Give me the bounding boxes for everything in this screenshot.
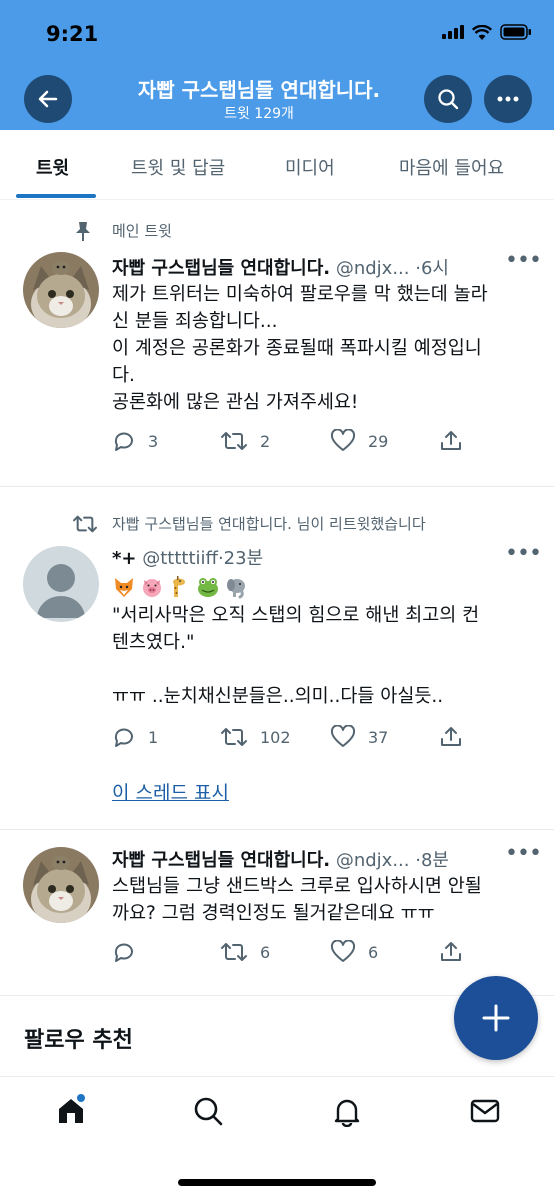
home-indicator — [178, 1179, 376, 1186]
follow-suggestions-title: 팔로우 추천 — [24, 1028, 133, 1053]
tweet-text: "서리사막은 오직 스탭의 힘으로 해낸 최고의 컨 텐츠였다." ㅠㅠ ..눈… — [112, 605, 480, 707]
pinned-label: 메인 트윗 — [112, 222, 172, 240]
reply-count: 3 — [148, 431, 159, 451]
like-button[interactable]: 37 — [330, 725, 388, 749]
tweet-header: 자빱 구스탭님들 연대합니다. @ndjx... ·8분 — [112, 846, 502, 872]
tweet-header: *+ @tttttiiff·23분 — [112, 544, 502, 570]
like-button[interactable]: 29 — [330, 429, 388, 453]
reply-icon — [114, 432, 133, 451]
retweet-count: 6 — [260, 942, 271, 962]
show-thread-link[interactable]: 이 스레드 표시 — [112, 778, 229, 805]
retweet-icon — [221, 728, 247, 746]
profile-tabs: 트윗 트윗 및 답글 미디어 마음에 들어요 — [0, 130, 554, 200]
tweet-actions: 6 6 — [112, 940, 472, 968]
like-count: 29 — [368, 431, 389, 451]
frog-emoji — [196, 575, 220, 599]
status-time: 9:21 — [46, 22, 99, 46]
author-handle[interactable]: @ndjx... — [336, 258, 410, 279]
author-name[interactable]: 자빱 구스탭님들 연대합니다. — [112, 258, 330, 279]
share-button[interactable] — [439, 429, 463, 453]
more-icon — [497, 96, 519, 102]
share-icon — [441, 942, 461, 961]
tweet-text: 제가 트위터는 미숙하여 팔로우를 막 했는데 놀라 신 분들 죄송합니다...… — [112, 284, 488, 413]
profile-name-title: 자빱 구스탭님들 연대합니다. — [137, 78, 381, 102]
tweet-time: 23분 — [223, 548, 264, 569]
retweet-button[interactable]: 102 — [220, 725, 291, 749]
author-name[interactable]: *+ — [112, 548, 137, 569]
more-button[interactable] — [484, 75, 532, 123]
tweet-time: 8분 — [420, 850, 449, 871]
tweet-divider — [0, 486, 554, 487]
search-button[interactable] — [424, 75, 472, 123]
active-tab-indicator — [16, 194, 96, 198]
tweet-actions: 1 102 37 — [112, 725, 472, 753]
notifications-icon[interactable] — [331, 1095, 363, 1127]
tab-likes[interactable]: 마음에 들어요 — [399, 154, 504, 180]
retweet-button[interactable]: 2 — [220, 429, 270, 453]
tweet-text: 스탭님들 그냥 샌드박스 크루로 입사하시면 안될 까요? 그럼 경력인정도 될… — [112, 876, 482, 924]
author-handle[interactable]: @ndjx... — [336, 850, 410, 871]
like-count: 37 — [368, 727, 389, 747]
search-icon — [438, 89, 459, 110]
author-name[interactable]: 자빱 구스탭님들 연대합니다. — [112, 850, 330, 871]
reply-icon — [114, 728, 133, 747]
reply-button[interactable] — [112, 940, 136, 964]
tweet-header: 자빱 구스탭님들 연대합니다. @ndjx... ·6시 — [112, 254, 502, 280]
tweet-actions: 3 2 29 — [112, 429, 472, 457]
tweet-count: 트윗 129개 — [224, 106, 294, 122]
author-handle[interactable]: @tttttiiff — [142, 548, 218, 569]
retweeted-by-label: 자빱 구스탭님들 연대합니다. 님이 리트윗했습니다 — [112, 515, 426, 533]
reply-count: 1 — [148, 727, 159, 747]
cat-avatar[interactable] — [23, 252, 99, 328]
heart-icon — [330, 429, 356, 451]
wifi-icon — [472, 24, 492, 40]
tweet-divider — [0, 829, 554, 830]
tab-tweets-and-replies[interactable]: 트윗 및 답글 — [131, 154, 225, 180]
tab-media[interactable]: 미디어 — [285, 154, 335, 180]
share-button[interactable] — [439, 940, 463, 964]
default-avatar[interactable] — [23, 546, 99, 622]
tweet-menu-button[interactable]: ••• — [505, 248, 542, 273]
share-icon — [441, 431, 461, 450]
home-notification-dot — [77, 1094, 85, 1102]
battery-icon — [500, 24, 531, 40]
share-button[interactable] — [439, 725, 463, 749]
compose-tweet-button[interactable] — [454, 976, 538, 1060]
retweet-icon — [221, 943, 247, 961]
elephant-emoji — [224, 575, 248, 599]
retweet-icon — [221, 432, 247, 450]
fox-emoji — [112, 575, 136, 599]
like-count: 6 — [368, 942, 379, 962]
plus-icon — [482, 1004, 510, 1032]
giraffe-emoji — [168, 575, 192, 599]
retweet-icon — [72, 515, 98, 533]
like-button[interactable]: 6 — [330, 940, 378, 964]
cellular-signal-icon — [442, 25, 464, 39]
retweet-button[interactable]: 6 — [220, 940, 270, 964]
pig-emoji — [140, 575, 164, 599]
pin-icon — [76, 222, 90, 241]
emoji-row — [112, 575, 248, 599]
status-icons — [442, 24, 532, 40]
back-button[interactable] — [24, 75, 72, 123]
heart-icon — [330, 725, 356, 747]
tweet-menu-button[interactable]: ••• — [505, 841, 542, 866]
arrow-left-icon — [38, 90, 58, 108]
profile-header: 9:21 자빱 구스탭님들 연대합니다. 트윗 129개 — [0, 0, 554, 130]
search-icon[interactable] — [192, 1095, 224, 1127]
retweet-count: 2 — [260, 431, 271, 451]
share-icon — [441, 727, 461, 746]
reply-button[interactable]: 1 — [112, 725, 158, 749]
tweet-menu-button[interactable]: ••• — [505, 541, 542, 566]
heart-icon — [330, 940, 356, 962]
reply-button[interactable]: 3 — [112, 429, 158, 453]
tweet-time: 6시 — [420, 258, 449, 279]
messages-icon[interactable] — [469, 1095, 501, 1127]
cat-avatar[interactable] — [23, 847, 99, 923]
retweet-count: 102 — [260, 727, 291, 747]
reply-icon — [114, 943, 133, 962]
tab-tweets[interactable]: 트윗 — [36, 154, 69, 180]
